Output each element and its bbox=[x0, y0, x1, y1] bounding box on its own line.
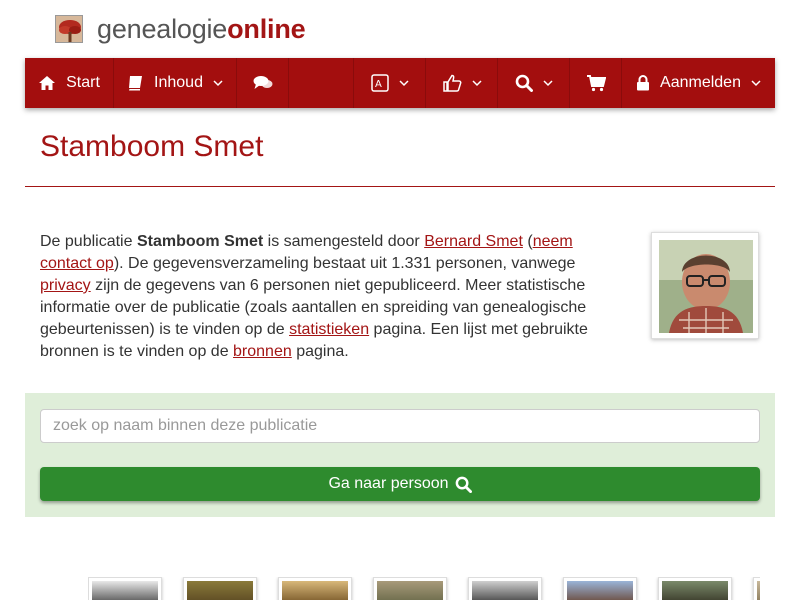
tree-icon bbox=[55, 15, 83, 43]
nav-comments[interactable] bbox=[237, 58, 289, 108]
intro-text: ). De gegevensverzameling bestaat uit 1.… bbox=[113, 255, 576, 272]
nav-login-label: Aanmelden bbox=[660, 74, 741, 91]
person-thumbnail[interactable] bbox=[88, 577, 162, 600]
site-logo[interactable]: genealogieonline bbox=[55, 14, 306, 44]
chevron-down-icon bbox=[471, 80, 482, 87]
nav-language[interactable]: A bbox=[353, 58, 426, 108]
search-icon bbox=[455, 476, 472, 493]
person-thumbnail[interactable] bbox=[658, 577, 732, 600]
person-search-input[interactable] bbox=[40, 409, 760, 443]
home-icon bbox=[39, 76, 56, 90]
nav-login[interactable]: Aanmelden bbox=[622, 58, 775, 108]
svg-text:A: A bbox=[375, 79, 382, 90]
language-icon: A bbox=[370, 74, 389, 92]
nav-start[interactable]: Start bbox=[25, 58, 114, 108]
person-thumbnail[interactable] bbox=[278, 577, 352, 600]
publication-name: Stamboom Smet bbox=[136, 233, 264, 250]
person-thumbnail[interactable] bbox=[183, 577, 257, 600]
person-thumbnail[interactable] bbox=[563, 577, 637, 600]
sources-link[interactable]: bronnen bbox=[233, 343, 292, 360]
logo-text-bold: online bbox=[227, 14, 306, 44]
person-thumbnail[interactable] bbox=[373, 577, 447, 600]
person-thumbnail[interactable] bbox=[753, 577, 760, 600]
author-photo bbox=[659, 240, 753, 333]
person-thumbnails bbox=[88, 577, 760, 600]
nav-like[interactable] bbox=[426, 58, 498, 108]
privacy-link[interactable]: privacy bbox=[40, 277, 91, 294]
comments-icon bbox=[253, 76, 272, 89]
chevron-down-icon bbox=[542, 80, 553, 87]
author-link[interactable]: Bernard Smet bbox=[424, 233, 523, 250]
chevron-down-icon bbox=[751, 80, 761, 87]
cart-icon bbox=[586, 75, 606, 92]
thumbs-up-icon bbox=[442, 74, 461, 92]
main-navbar: Start Inhoud A Aanmelden bbox=[25, 58, 775, 108]
nav-cart[interactable] bbox=[570, 58, 622, 108]
search-panel: Ga naar persoon bbox=[25, 393, 775, 517]
intro-text: De publicatie bbox=[40, 233, 137, 250]
book-icon bbox=[129, 76, 143, 91]
title-divider bbox=[25, 186, 775, 187]
author-photo-card[interactable] bbox=[651, 232, 759, 339]
page-title: Stamboom Smet bbox=[40, 130, 264, 163]
logo-text-plain: genealogie bbox=[97, 14, 228, 44]
go-to-person-button[interactable]: Ga naar persoon bbox=[40, 467, 760, 501]
search-icon bbox=[515, 74, 533, 92]
navbar-spacer bbox=[289, 58, 353, 108]
statistics-link[interactable]: statistieken bbox=[289, 321, 369, 338]
person-thumbnail[interactable] bbox=[468, 577, 542, 600]
logo-text: genealogieonline bbox=[97, 14, 306, 44]
intro-text: pagina. bbox=[291, 343, 349, 360]
nav-inhoud[interactable]: Inhoud bbox=[114, 58, 237, 108]
nav-start-label: Start bbox=[66, 74, 100, 91]
nav-inhoud-label: Inhoud bbox=[154, 74, 203, 91]
intro-text: is samengesteld door bbox=[263, 233, 425, 250]
chevron-down-icon bbox=[398, 80, 409, 87]
nav-search[interactable] bbox=[498, 58, 570, 108]
intro-text: ( bbox=[522, 233, 533, 250]
chevron-down-icon bbox=[213, 80, 223, 87]
publication-intro: De publicatie Stamboom Smet is samengest… bbox=[40, 231, 605, 363]
lock-icon bbox=[637, 75, 650, 91]
go-to-person-label: Ga naar persoon bbox=[328, 475, 449, 492]
